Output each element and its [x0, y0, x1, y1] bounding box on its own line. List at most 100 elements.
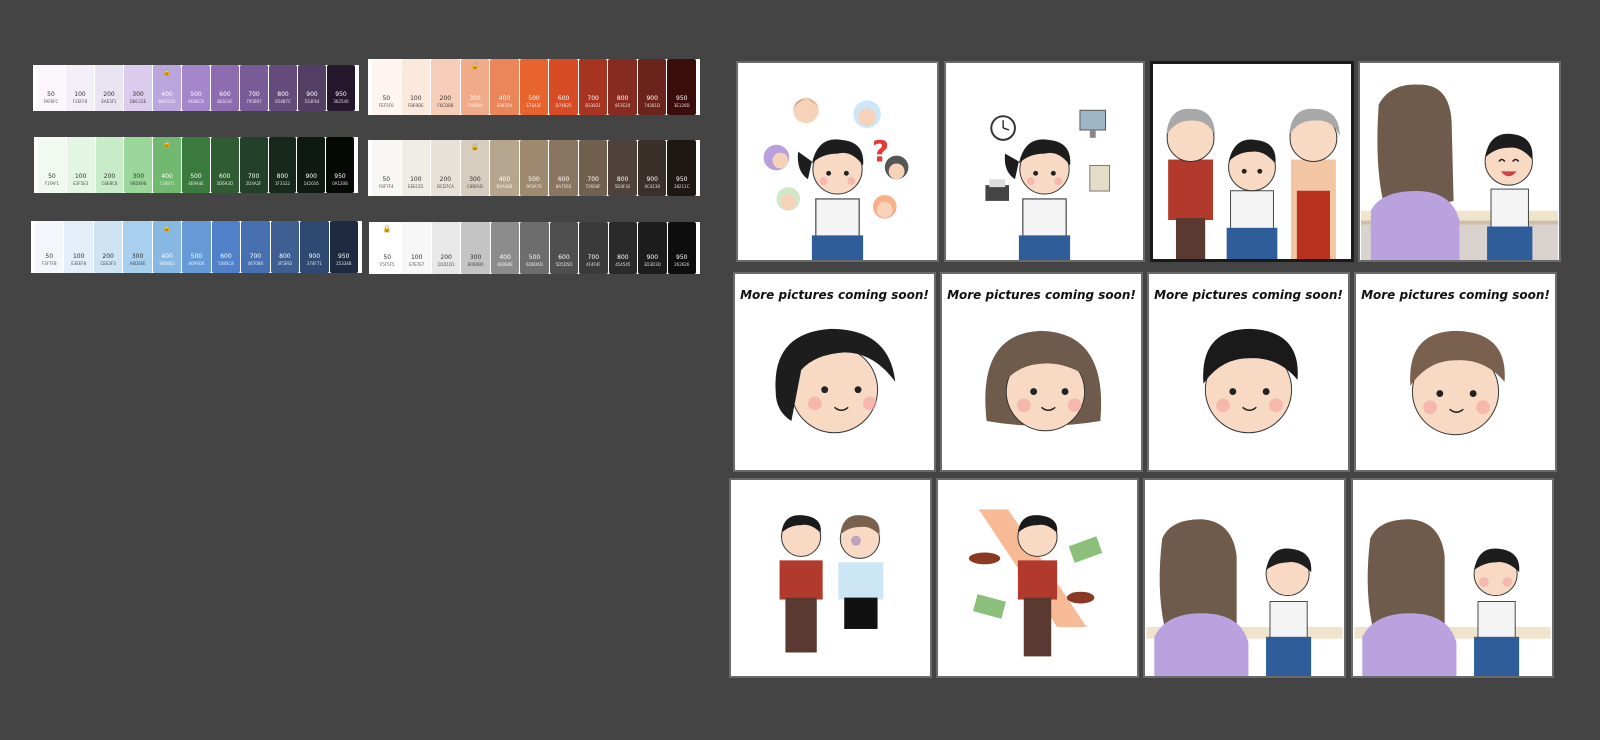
swatch-orange-900[interactable]: 900 74281D [637, 59, 667, 115]
swatch-gray-50[interactable]: 🔒 50 F5F5F5 [373, 222, 402, 274]
swatch-gray-400[interactable]: 400 888888 [490, 222, 520, 274]
swatch-blue-500[interactable]: 500 6699D6 [182, 221, 211, 273]
swatch-step-label: 100 [72, 253, 85, 260]
swatch-green-100[interactable]: 100 E3F5E3 [66, 137, 95, 193]
swatch-green-300[interactable]: 300 9BD69B [124, 137, 153, 193]
swatch-orange-300[interactable]: 🔒 300 F0AB8A [460, 59, 490, 115]
swatch-green-800[interactable]: 800 1F3322 [268, 137, 297, 193]
swatch-green-200[interactable]: 200 C8EBC8 [95, 137, 124, 193]
swatch-gray-700[interactable]: 700 4F4F4F [579, 222, 608, 274]
swatch-orange-100[interactable]: 100 FBE9DE [401, 59, 431, 115]
palette-purple[interactable]: 50 FAF6FC 100 F3EFF8 200 EAE3F1 300 DBCCEE 🔒 400 B… [33, 65, 359, 111]
swatch-blue-100[interactable]: 100 E3EEF8 [64, 221, 93, 273]
swatch-taupe-900[interactable]: 900 4C4138 [637, 140, 667, 196]
lock-icon[interactable]: 🔒 [471, 63, 480, 71]
swatch-green-900[interactable]: 900 142016 [297, 137, 326, 193]
swatch-purple-700[interactable]: 700 795B97 [240, 65, 268, 111]
swatch-orange-50[interactable]: 50 FEF5F0 [372, 59, 401, 115]
lock-icon[interactable]: 🔒 [163, 69, 172, 77]
swatch-blue-950[interactable]: 950 253348 [329, 221, 358, 273]
swatch-blue-300[interactable]: 300 A8D0EE [123, 221, 152, 273]
swatch-purple-950[interactable]: 950 362546 [327, 65, 355, 111]
swatch-blue-600[interactable]: 600 5080C8 [211, 221, 241, 273]
swatch-step-label: 500 [190, 173, 202, 180]
swatch-blue-800[interactable]: 800 3F5E92 [270, 221, 300, 273]
illustration-panel-meeting-smile[interactable] [1358, 61, 1561, 262]
illustration-panel-meeting-2[interactable] [1351, 478, 1554, 678]
illustration-panel-girl-office[interactable] [944, 61, 1145, 262]
two-men-illustration [779, 515, 884, 653]
swatch-blue-900[interactable]: 900 374F71 [300, 221, 329, 273]
coming-soon-panel-2[interactable]: More pictures coming soon! [940, 272, 1143, 472]
swatch-taupe-600[interactable]: 600 8A7560 [549, 140, 578, 196]
swatch-green-700[interactable]: 700 2D4A2F [239, 137, 268, 193]
swatch-purple-500[interactable]: 500 A686CB [182, 65, 210, 111]
swatch-step-label: 200 [103, 173, 116, 180]
swatch-hex-label: 362546 [333, 99, 349, 104]
illustration-panel-family[interactable] [1150, 61, 1354, 262]
swatch-gray-100[interactable]: 100 E7E7E7 [402, 222, 431, 274]
coming-soon-panel-1[interactable]: More pictures coming soon! [733, 272, 936, 472]
illustration-panel-two-men[interactable] [729, 478, 932, 678]
illustration-panel-money-stress[interactable] [936, 478, 1139, 678]
swatch-taupe-400[interactable]: 400 B4A48B [490, 140, 519, 196]
swatch-gray-800[interactable]: 800 454545 [608, 222, 638, 274]
swatch-blue-200[interactable]: 200 CEE3F3 [93, 221, 123, 273]
swatch-taupe-700[interactable]: 700 72604F [578, 140, 608, 196]
palette-taupe[interactable]: 50 F8F7F4 100 EEECE5 200 DCD7CA 🔒 300 C8BFAD 400 B… [368, 140, 700, 196]
swatch-blue-400[interactable]: 🔒 400 86B8E2 [152, 221, 182, 273]
swatch-orange-800[interactable]: 800 8F2E20 [608, 59, 637, 115]
swatch-purple-50[interactable]: 50 FAF6FC [37, 65, 65, 111]
swatch-taupe-50[interactable]: 50 F8F7F4 [372, 140, 401, 196]
swatch-green-50[interactable]: 50 F1FAF1 [38, 137, 66, 193]
swatch-gray-600[interactable]: 600 5D5D5D [549, 222, 579, 274]
swatch-gray-200[interactable]: 200 D1D1D1 [431, 222, 461, 274]
swatch-taupe-950[interactable]: 950 28211C [667, 140, 697, 196]
swatch-taupe-200[interactable]: 200 DCD7CA [431, 140, 460, 196]
swatch-orange-950[interactable]: 950 3E120D [667, 59, 697, 115]
swatch-taupe-100[interactable]: 100 EEECE5 [401, 140, 431, 196]
swatch-taupe-800[interactable]: 800 5D4F42 [608, 140, 637, 196]
palette-orange[interactable]: 50 FEF5F0 100 FBE9DE 200 F6CDB8 🔒 300 F0AB8A 400 E… [368, 59, 700, 115]
swatch-orange-600[interactable]: 600 D74B25 [549, 59, 578, 115]
swatch-step-label: 500 [190, 253, 203, 260]
swatch-blue-700[interactable]: 700 4670B0 [241, 221, 270, 273]
swatch-purple-400[interactable]: 🔒 400 BBA5DD [153, 65, 181, 111]
coming-soon-panel-4[interactable]: More pictures coming soon! [1354, 272, 1557, 472]
swatch-purple-800[interactable]: 800 654B7C [269, 65, 297, 111]
lock-icon[interactable]: 🔒 [383, 226, 392, 234]
palette-green[interactable]: 50 F1FAF1 100 E3F5E3 200 C8EBC8 300 9BD69B 🔒 400 7… [34, 137, 358, 193]
coming-soon-panel-3[interactable]: More pictures coming soon! [1147, 272, 1350, 472]
illustration-panel-meeting-1[interactable] [1143, 478, 1346, 678]
swatch-purple-200[interactable]: 200 EAE3F1 [95, 65, 123, 111]
swatch-gray-500[interactable]: 500 6D6D6D [520, 222, 549, 274]
palette-gray[interactable]: 🔒 50 F5F5F5 100 E7E7E7 200 D1D1D1 300 B0B0B0 400 8… [369, 222, 700, 274]
palette-blue[interactable]: 50 F3F7FB 100 E3EEF8 200 CEE3F3 300 A8D0EE 🔒 400 8… [31, 221, 362, 273]
swatch-purple-100[interactable]: 100 F3EFF8 [66, 65, 94, 111]
swatch-purple-900[interactable]: 900 533F64 [298, 65, 326, 111]
swatch-gray-300[interactable]: 300 B0B0B0 [461, 222, 490, 274]
swatch-green-500[interactable]: 500 4E9A4E [182, 137, 210, 193]
swatch-purple-300[interactable]: 300 DBCCEE [124, 65, 152, 111]
swatch-step-label: 900 [646, 95, 658, 102]
lock-icon[interactable]: 🔒 [163, 141, 172, 149]
swatch-taupe-500[interactable]: 500 9F8A70 [519, 140, 549, 196]
swatch-taupe-300[interactable]: 🔒 300 C8BFAD [460, 140, 490, 196]
illustration-panel-girl-questions[interactable]: ? [736, 61, 939, 262]
swatch-orange-500[interactable]: 500 E7642F [519, 59, 549, 115]
swatch-green-950[interactable]: 950 0A120B [326, 137, 354, 193]
swatch-green-600[interactable]: 600 3D6A3D [210, 137, 239, 193]
swatch-orange-400[interactable]: 400 EB855A [490, 59, 519, 115]
swatch-step-label: 50 [383, 254, 392, 261]
swatch-gray-950[interactable]: 950 262626 [667, 222, 696, 274]
lock-icon[interactable]: 🔒 [163, 225, 172, 233]
swatch-orange-200[interactable]: 200 F6CDB8 [431, 59, 460, 115]
swatch-purple-600[interactable]: 600 8E6CAF [211, 65, 239, 111]
swatch-gray-900[interactable]: 900 3D3D3D [638, 222, 667, 274]
lock-icon[interactable]: 🔒 [471, 144, 480, 152]
swatch-hex-label: D74B25 [555, 103, 572, 108]
swatch-orange-700[interactable]: 700 B33821 [578, 59, 608, 115]
swatch-step-label: 200 [439, 95, 452, 102]
swatch-blue-50[interactable]: 50 F3F7FB [35, 221, 64, 273]
swatch-green-400[interactable]: 🔒 400 71B871 [153, 137, 182, 193]
